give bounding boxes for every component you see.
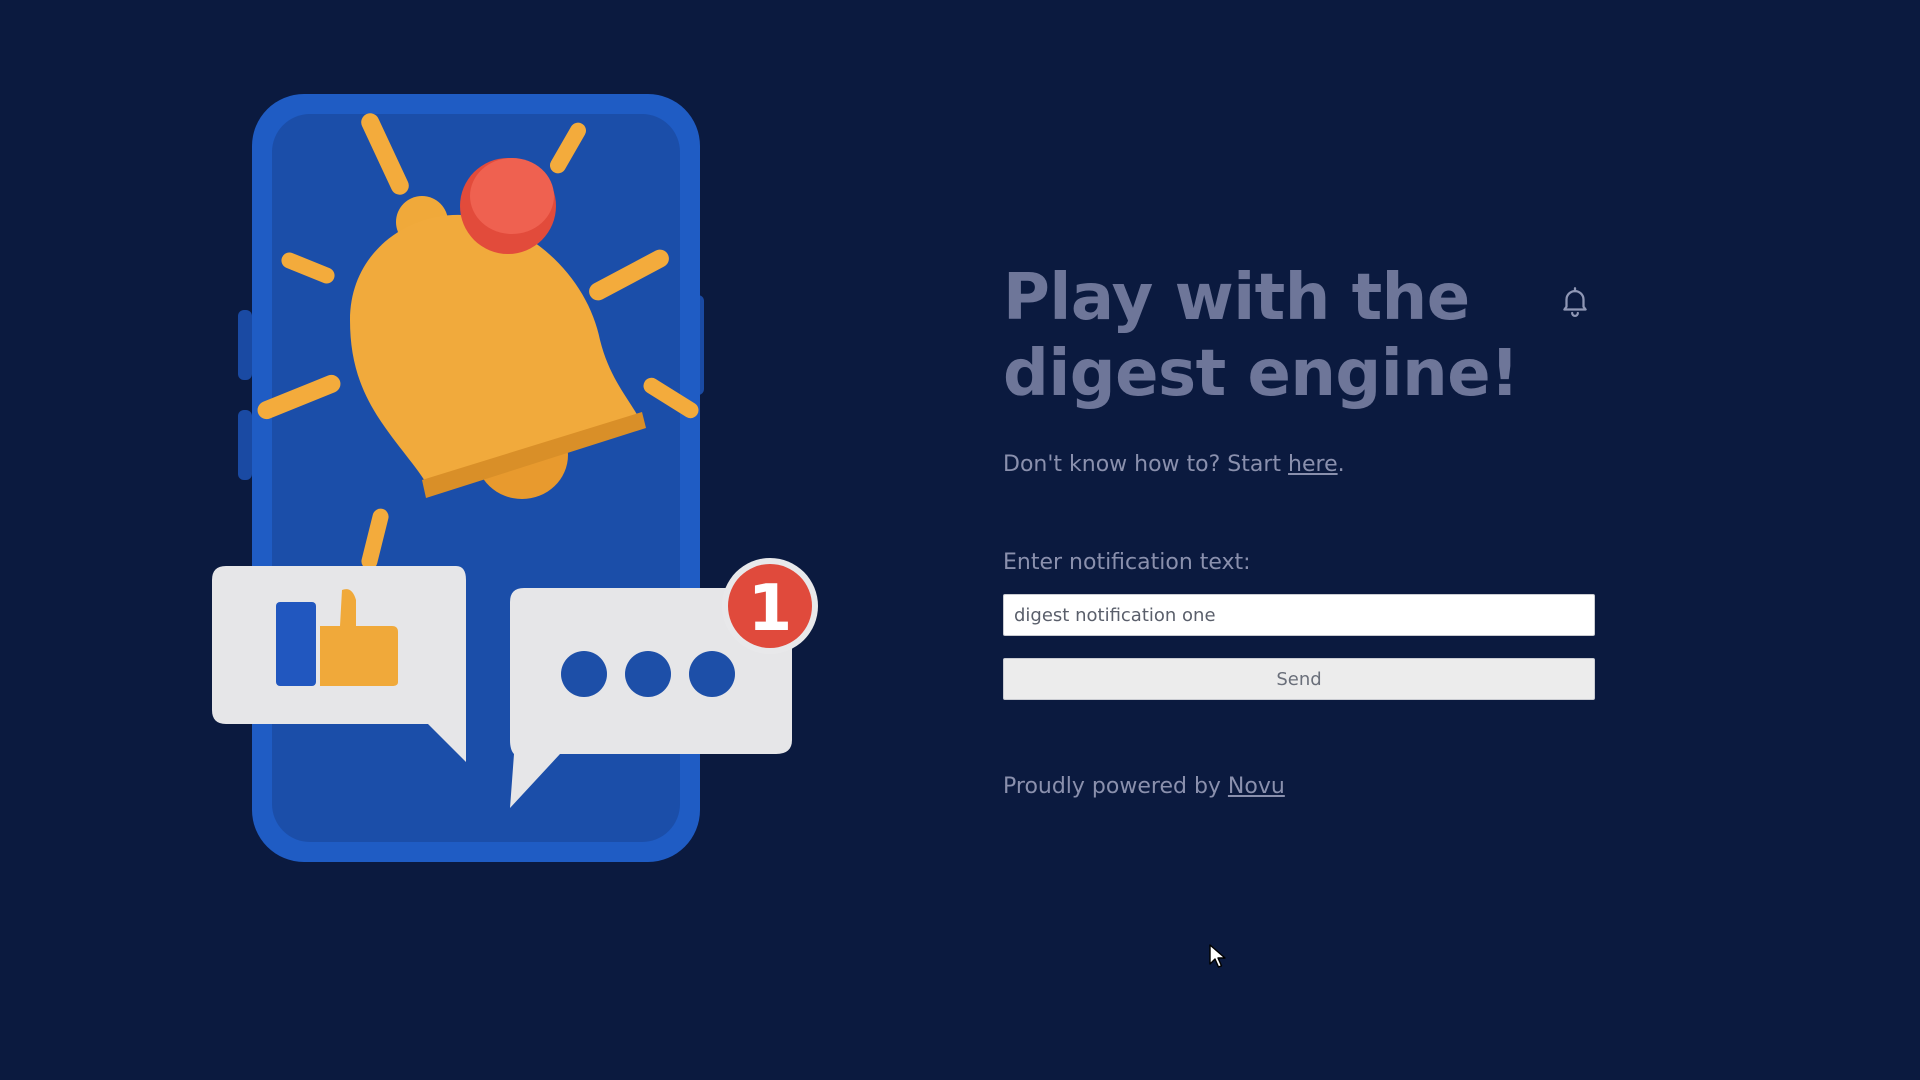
page: 1 Play with the digest engine! Don't kno… — [0, 0, 1920, 1080]
help-text: Don't know how to? Start here. — [1003, 452, 1345, 477]
powered-by-text: Proudly powered by Novu — [1003, 774, 1285, 799]
thumb-cuff — [276, 602, 316, 686]
powered-prefix: Proudly powered by — [1003, 774, 1228, 799]
page-title: Play with the digest engine! — [1003, 261, 1519, 411]
help-prefix: Don't know how to? Start — [1003, 452, 1289, 477]
send-button[interactable]: Send — [1003, 658, 1595, 700]
notification-text-input[interactable] — [1003, 594, 1595, 636]
bell-outline-icon — [1563, 287, 1587, 317]
notification-badge: 1 — [722, 558, 818, 654]
hero-illustration: 1 — [200, 90, 840, 870]
notification-bell-button[interactable] — [1558, 282, 1592, 320]
phone-side-button-left-2 — [238, 410, 252, 480]
notification-text-label: Enter notification text: — [1003, 550, 1251, 575]
novu-link[interactable]: Novu — [1228, 774, 1285, 799]
help-link[interactable]: here — [1288, 452, 1338, 477]
main-content: Play with the digest engine! Don't know … — [1003, 260, 1595, 799]
phone-side-button-left-1 — [238, 310, 252, 380]
help-suffix: . — [1337, 452, 1345, 477]
badge-count: 1 — [748, 572, 793, 646]
mouse-cursor-icon — [1209, 944, 1226, 968]
